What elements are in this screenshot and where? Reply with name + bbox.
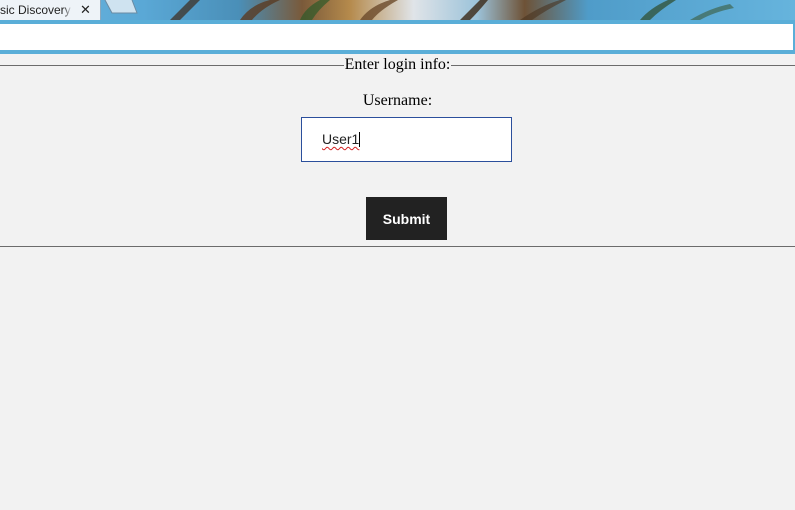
username-value: User1 — [322, 131, 360, 147]
tab-title: sic Discovery — [0, 3, 71, 17]
tab-strip: sic Discovery ✕ — [0, 0, 795, 20]
browser-tab[interactable]: sic Discovery ✕ — [0, 0, 101, 20]
legend-text: Enter login info: — [343, 56, 452, 73]
submit-button[interactable]: Submit — [366, 197, 447, 240]
fieldset-legend: Enter login info: — [0, 56, 795, 74]
address-bar[interactable] — [0, 24, 795, 50]
username-input[interactable]: User1 — [301, 117, 512, 162]
username-label: Username: — [362, 92, 433, 109]
page-content: Enter login info: Username: User1 Submit — [0, 54, 795, 510]
login-fieldset: Enter login info: Username: User1 Submit — [0, 56, 795, 247]
new-tab-icon[interactable] — [104, 0, 138, 14]
address-bar-area — [0, 20, 795, 54]
close-icon[interactable]: ✕ — [80, 4, 91, 17]
text-caret — [359, 132, 360, 147]
